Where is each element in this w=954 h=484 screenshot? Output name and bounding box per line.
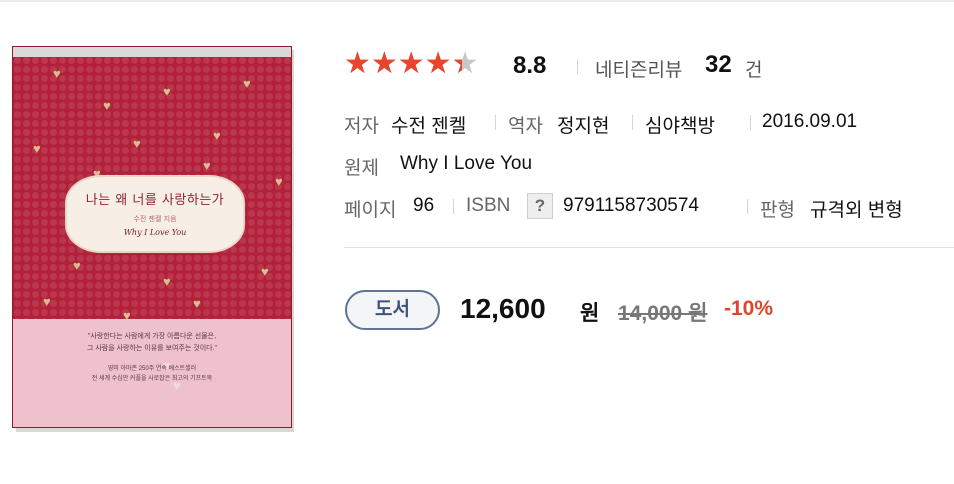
section-divider bbox=[344, 247, 954, 248]
cover-author: 수전 젠켈 지음 bbox=[133, 215, 177, 223]
heart-icon: ♥ bbox=[163, 274, 171, 289]
heart-icon: ♥ bbox=[43, 294, 51, 309]
cover-english-title: Why I Love You bbox=[123, 228, 187, 237]
author-link[interactable]: 수전 젠켈 bbox=[391, 111, 466, 138]
publisher-link[interactable]: 심야책방 bbox=[645, 111, 715, 138]
original-title-label: 원제 bbox=[344, 158, 379, 179]
cover-art: ♥ ♥ ♥ ♥ ♥ ♥ ♥ ♥ ♥ ♥ ♥ ♥ ♥ ♥ ♥ ♥ 나는 왜 너를 … bbox=[12, 46, 292, 428]
heart-icon: ♥ bbox=[163, 84, 171, 99]
separator bbox=[453, 199, 454, 214]
separator bbox=[747, 199, 748, 214]
rating-stars: ★★★★★ ★★★★★ bbox=[344, 49, 478, 79]
heart-icon: ♥ bbox=[243, 76, 251, 91]
separator bbox=[632, 115, 633, 130]
heart-icon: ♥ bbox=[275, 174, 283, 189]
isbn-value: 9791158730574 bbox=[563, 195, 699, 216]
cover-quote-line: 그 사람을 사랑하는 이유를 보여주는 것이다." bbox=[86, 345, 218, 352]
rating-score: 8.8 bbox=[513, 52, 547, 79]
heart-icon: ♥ bbox=[33, 141, 41, 156]
publish-date: 2016.09.01 bbox=[762, 111, 858, 132]
separator bbox=[750, 115, 751, 130]
heart-icon: ♥ bbox=[213, 128, 221, 143]
heart-icon: ♥ bbox=[103, 98, 111, 113]
heart-icon: ♥ bbox=[73, 258, 81, 273]
format-label: 판형 bbox=[760, 200, 795, 221]
translator-label: 역자 bbox=[508, 116, 543, 137]
heart-icon: ♥ bbox=[193, 296, 201, 311]
pages-label: 페이지 bbox=[344, 200, 397, 221]
review-unit: 건 bbox=[745, 60, 763, 81]
top-divider bbox=[0, 0, 954, 2]
book-type-badge: 도서 bbox=[345, 290, 440, 330]
heart-icon: ♥ bbox=[53, 66, 61, 81]
cover-bottom-band: ♥ ♥ "사랑한다는 사람에게 가장 아름다운 선물은, 그 사람을 사랑하는 … bbox=[13, 319, 291, 427]
cover-title: 나는 왜 너를 사랑하는가 bbox=[85, 193, 225, 208]
review-count[interactable]: 32 bbox=[705, 51, 732, 79]
book-cover[interactable]: ♥ ♥ ♥ ♥ ♥ ♥ ♥ ♥ ♥ ♥ ♥ ♥ ♥ ♥ ♥ ♥ 나는 왜 너를 … bbox=[12, 46, 294, 432]
sale-price: 12,600 bbox=[460, 293, 546, 324]
separator bbox=[495, 115, 496, 130]
isbn-help-icon[interactable]: ? bbox=[527, 193, 553, 219]
discount-rate: -10% bbox=[724, 297, 774, 320]
cover-tagline: 전 세계 수십만 커플을 사로잡은 최고의 기프트북 bbox=[91, 376, 213, 382]
review-label[interactable]: 네티즌리뷰 bbox=[595, 55, 682, 82]
heart-icon: ♥ bbox=[133, 136, 141, 151]
translator-link[interactable]: 정지현 bbox=[557, 111, 609, 138]
page-count: 96 bbox=[413, 195, 435, 216]
heart-icon: ♥ bbox=[203, 158, 211, 173]
format-value: 규격외 변형 bbox=[810, 200, 903, 221]
cover-top-edge bbox=[13, 47, 291, 57]
cover-tagline: 영미 아마존 250주 연속 베스트셀러 bbox=[107, 366, 197, 372]
cover-quote-line: "사랑한다는 사람에게 가장 아름다운 선물은, bbox=[87, 333, 217, 340]
original-title: Why I Love You bbox=[400, 153, 533, 174]
isbn-label: ISBN bbox=[466, 195, 511, 216]
author-label: 저자 bbox=[344, 116, 379, 137]
price-unit: 원 bbox=[580, 302, 600, 325]
star-filled-icon: ★★★★★ bbox=[344, 49, 462, 79]
original-price: 14,000 원 bbox=[618, 302, 708, 325]
cover-title-plate: 나는 왜 너를 사랑하는가 수전 젠켈 지음 Why I Love You bbox=[65, 175, 245, 253]
separator bbox=[577, 60, 578, 74]
heart-icon: ♥ bbox=[261, 264, 269, 279]
